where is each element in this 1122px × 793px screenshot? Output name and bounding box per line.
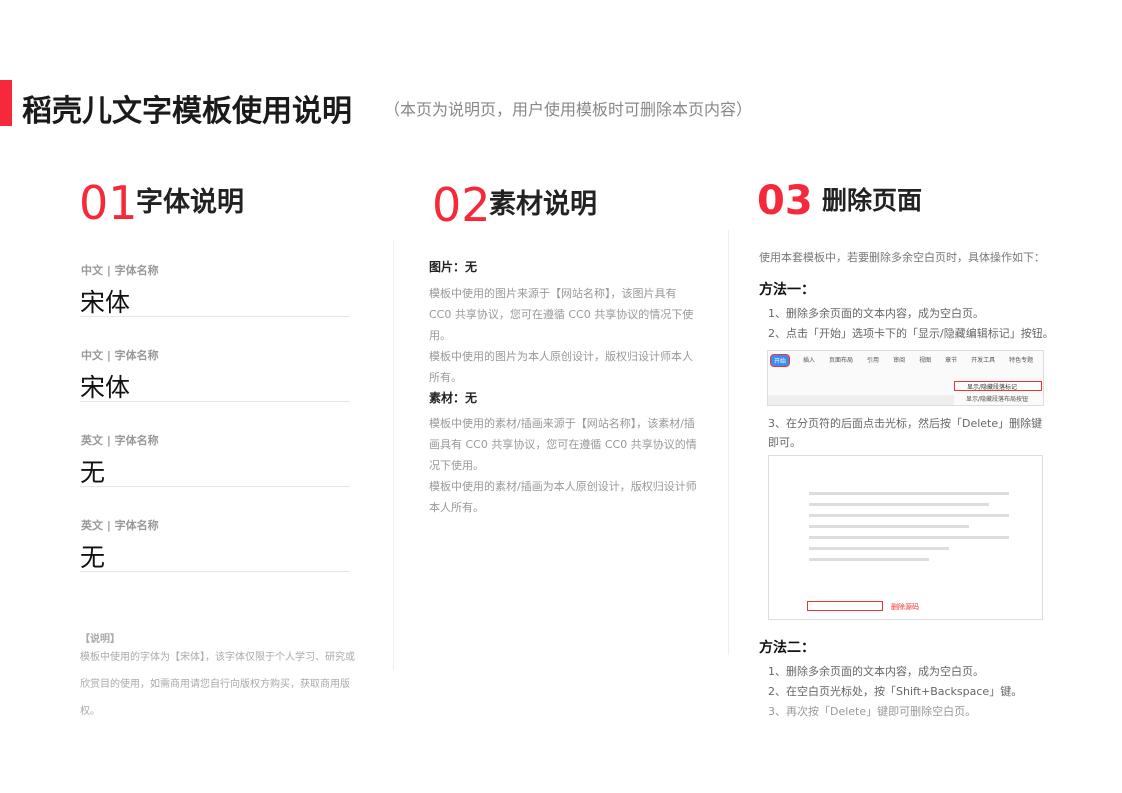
method-two-title: 方法二： [759, 640, 815, 656]
divider [80, 571, 350, 572]
asset-title: 素材：无 [429, 391, 478, 405]
section-title: 素材说明 [489, 189, 597, 220]
toolbar-screenshot: 开始 插入 页面布局 引用 审阅 视图 章节 开发工具 特色专题 显示/隐藏段落标记 显示/隐藏… [767, 350, 1044, 406]
divider [393, 240, 394, 670]
menu-item: 显示/隐藏段落标记 [954, 381, 1042, 391]
delete-label: 删除源码 [891, 603, 919, 611]
divider [80, 316, 350, 317]
font-label: 英文 | 字体名称 [81, 434, 159, 447]
toolbar-tab: 视图 [919, 357, 932, 364]
font-value: 宋体 [80, 288, 131, 317]
font-label: 中文 | 字体名称 [81, 349, 159, 362]
image-text: 模板中使用的图片为本人原创设计，版权归设计师本人所有。 [429, 350, 693, 384]
asset-text: 模板中使用的素材/插画来源于【网站名称】，该素材/插画具有 CC0 共享协议，您… [429, 417, 697, 472]
divider [80, 401, 350, 402]
toolbar-tab: 插入 [803, 357, 816, 364]
step: 1、删除多余页面的文本内容，成为空白页。 [768, 307, 984, 320]
method-one-title: 方法一： [759, 282, 815, 298]
font-value: 无 [80, 543, 106, 572]
toolbar-tab: 开发工具 [971, 357, 996, 364]
section-number: 02 [432, 178, 491, 232]
step: 2、点击「开始」选项卡下的「显示/隐藏编辑标记」按钮。 [768, 327, 1054, 340]
intro-text: 使用本套模板中，若要删除多余空白页时，具体操作如下： [759, 251, 1045, 264]
toolbar-tab: 开始 [769, 354, 791, 367]
toolbar-tab: 审阅 [893, 357, 906, 364]
document-screenshot: 删除源码 [768, 455, 1043, 620]
menu-item: 显示/隐藏段落布局按钮 [966, 396, 1029, 403]
toolbar-tab: 引用 [867, 357, 880, 364]
step: 3、再次按「Delete」键即可删除空白页。 [768, 705, 977, 718]
font-value: 宋体 [80, 373, 131, 402]
image-text: 模板中使用的图片来源于【网站名称】，该图片具有 CC0 共享协议，您可在遵循 C… [429, 287, 694, 342]
font-label: 英文 | 字体名称 [81, 519, 159, 532]
accent-bar [0, 80, 12, 126]
toolbar-tab: 页面布局 [829, 357, 854, 364]
toolbar-tab: 特色专题 [1009, 357, 1034, 364]
step: 3、在分页符的后面点击光标，然后按「Delete」删除键即可。 [768, 417, 1043, 449]
toolbar-tab: 章节 [945, 357, 958, 364]
section-title: 字体说明 [136, 187, 244, 218]
divider [80, 486, 350, 487]
image-title: 图片：无 [429, 260, 478, 274]
page-subtitle: （本页为说明页，用户使用模板时可删除本页内容） [384, 100, 753, 119]
step: 1、删除多余页面的文本内容，成为空白页。 [768, 665, 984, 678]
note-text: 模板中使用的字体为【宋体】，该字体仅限于个人学习、研究或欣赏目的使用，如需商用请… [80, 652, 355, 717]
step: 2、在空白页光标处，按「Shift+Backspace」键。 [768, 685, 1023, 698]
font-label: 中文 | 字体名称 [81, 264, 159, 277]
section-number: 01 [79, 176, 138, 230]
asset-text: 模板中使用的素材/插画为本人原创设计，版权归设计师本人所有。 [429, 480, 697, 514]
note-title: 【说明】 [80, 634, 120, 645]
section-number: 03 [757, 178, 813, 224]
page-title: 稻壳儿文字模板使用说明 [22, 94, 352, 129]
section-title: 删除页面 [822, 186, 923, 215]
font-value: 无 [80, 458, 106, 487]
divider [728, 230, 729, 655]
